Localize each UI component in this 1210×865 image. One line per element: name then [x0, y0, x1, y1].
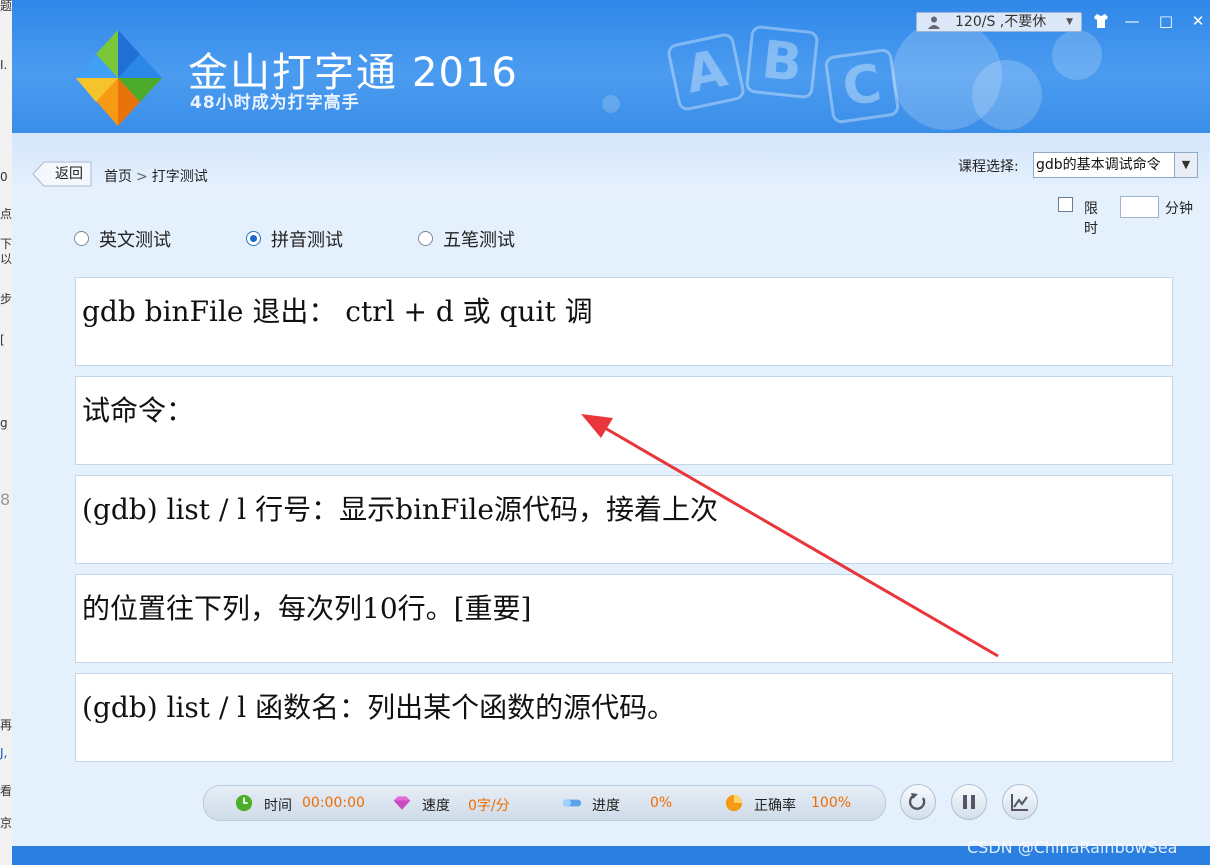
annotation-arrow: [581, 414, 999, 658]
watermark: CSDN @ChinaRainbowSea: [967, 838, 1178, 857]
